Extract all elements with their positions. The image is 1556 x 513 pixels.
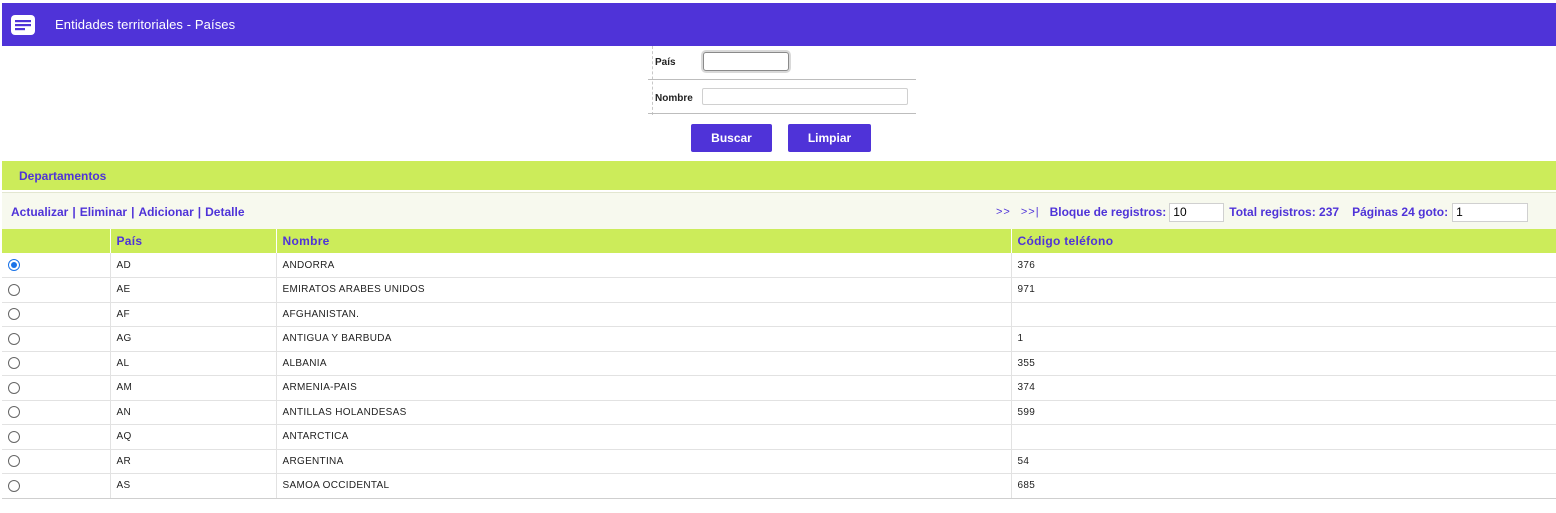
pais-row: País xyxy=(648,46,916,80)
pais-label: País xyxy=(655,57,676,68)
search-form: País Nombre xyxy=(648,46,916,115)
row-select-cell xyxy=(2,302,111,327)
pages-label: Páginas 24 goto: xyxy=(1352,205,1449,219)
table-row[interactable]: AS SAMOA OCCIDENTAL 685 xyxy=(2,473,1556,499)
table-body: AD ANDORRA 376 AE EMIRATOS ARABES UNIDOS 971 A… xyxy=(2,253,1556,499)
row-select-radio[interactable] xyxy=(8,479,20,492)
codigo-cell: 374 xyxy=(1011,375,1556,401)
codigo-cell: 971 xyxy=(1011,277,1556,303)
nombre-cell: ARGENTINA xyxy=(276,449,1012,474)
row-select-cell xyxy=(2,326,111,352)
row-select-cell xyxy=(2,473,111,499)
nombre-input[interactable] xyxy=(702,88,908,105)
list-card-icon[interactable] xyxy=(10,14,36,36)
pais-cell: AF xyxy=(110,302,277,327)
codigo-cell: 1 xyxy=(1011,326,1556,352)
action-separator: | xyxy=(72,205,76,219)
row-select-cell xyxy=(2,424,111,450)
buscar-button[interactable]: Buscar xyxy=(691,124,772,152)
table-row[interactable]: AN ANTILLAS HOLANDESAS 599 xyxy=(2,400,1556,425)
pais-cell: AQ xyxy=(110,424,277,450)
row-select-radio[interactable] xyxy=(8,259,20,271)
row-select-radio[interactable] xyxy=(8,308,20,321)
table-row[interactable]: AM ARMENIA-PAIS 374 xyxy=(2,375,1556,401)
page-title: Entidades territoriales - Países xyxy=(55,17,236,32)
codigo-cell xyxy=(1011,424,1556,450)
pager: >> >>| Bloque de registros: Total regist… xyxy=(996,202,1529,222)
row-select-cell xyxy=(2,253,111,278)
adicionar-link[interactable]: Adicionar xyxy=(138,205,193,219)
section-title: Departamentos xyxy=(2,161,1556,190)
nombre-cell: AFGHANISTAN. xyxy=(276,302,1012,327)
column-header-nombre[interactable]: Nombre xyxy=(276,229,1012,253)
table-header-row: País Nombre Código teléfono xyxy=(2,229,1556,253)
table-row[interactable]: AF AFGHANISTAN. xyxy=(2,302,1556,327)
actualizar-link[interactable]: Actualizar xyxy=(11,205,68,219)
table-row[interactable]: AR ARGENTINA 54 xyxy=(2,449,1556,474)
total-records: Total registros: 237 xyxy=(1229,205,1340,219)
nombre-row: Nombre xyxy=(648,80,916,114)
row-select-radio[interactable] xyxy=(8,455,20,468)
data-table: País Nombre Código teléfono AD ANDORRA 376… xyxy=(2,229,1556,499)
toolbar: Actualizar | Eliminar | Adicionar | Detalle >>… xyxy=(2,192,1556,229)
nombre-label: Nombre xyxy=(655,93,693,104)
codigo-cell: 376 xyxy=(1011,253,1556,278)
row-select-radio[interactable] xyxy=(8,283,20,296)
pais-cell: AE xyxy=(110,277,277,303)
row-select-radio[interactable] xyxy=(8,357,20,370)
pais-cell: AG xyxy=(110,326,277,352)
codigo-cell: 599 xyxy=(1011,400,1556,425)
goto-page-input[interactable] xyxy=(1452,202,1529,222)
row-select-cell xyxy=(2,449,111,474)
codigo-cell: 355 xyxy=(1011,351,1556,376)
column-header-pais[interactable]: País xyxy=(110,229,277,253)
nombre-cell: EMIRATOS ARABES UNIDOS xyxy=(276,277,1012,303)
pais-cell: AN xyxy=(110,400,277,425)
detalle-link[interactable]: Detalle xyxy=(205,205,244,219)
nombre-cell: SAMOA OCCIDENTAL xyxy=(276,473,1012,499)
pais-cell: AR xyxy=(110,449,277,474)
table-row[interactable]: AG ANTIGUA Y BARBUDA 1 xyxy=(2,326,1556,352)
nombre-cell: ALBANIA xyxy=(276,351,1012,376)
codigo-cell: 685 xyxy=(1011,473,1556,499)
table-row[interactable]: AE EMIRATOS ARABES UNIDOS 971 xyxy=(2,277,1556,303)
nombre-cell: ANDORRA xyxy=(276,253,1012,278)
table-row[interactable]: AD ANDORRA 376 xyxy=(2,253,1556,278)
app-header: Entidades territoriales - Países xyxy=(2,3,1556,46)
row-select-radio[interactable] xyxy=(8,430,20,443)
nombre-cell: ANTARCTICA xyxy=(276,424,1012,450)
column-header-codigo[interactable]: Código teléfono xyxy=(1011,229,1556,253)
table-row[interactable]: AL ALBANIA 355 xyxy=(2,351,1556,376)
limpiar-button[interactable]: Limpiar xyxy=(788,124,871,152)
pais-cell: AS xyxy=(110,473,277,499)
block-size-input[interactable] xyxy=(1169,202,1225,222)
block-label: Bloque de registros: xyxy=(1049,205,1167,219)
nombre-cell: ANTIGUA Y BARBUDA xyxy=(276,326,1012,352)
row-select-cell xyxy=(2,400,111,425)
pais-cell: AM xyxy=(110,375,277,401)
table-row[interactable]: AQ ANTARCTICA xyxy=(2,424,1556,450)
pais-cell: AL xyxy=(110,351,277,376)
action-separator: | xyxy=(197,205,202,219)
row-select-cell xyxy=(2,277,111,303)
nombre-cell: ARMENIA-PAIS xyxy=(276,375,1012,401)
row-select-radio[interactable] xyxy=(8,406,20,419)
row-select-radio[interactable] xyxy=(8,381,20,394)
action-separator: | xyxy=(131,205,135,219)
codigo-cell: 54 xyxy=(1011,449,1556,474)
pais-input[interactable] xyxy=(703,52,789,71)
row-select-cell xyxy=(2,375,111,401)
last-page-link[interactable]: >>| xyxy=(1021,206,1040,218)
action-links: Actualizar | Eliminar | Adicionar | Detalle xyxy=(11,205,245,219)
next-page-link[interactable]: >> xyxy=(996,206,1011,218)
eliminar-link[interactable]: Eliminar xyxy=(80,205,127,219)
row-select-radio[interactable] xyxy=(8,332,20,345)
pais-cell: AD xyxy=(110,253,277,278)
codigo-cell xyxy=(1011,302,1556,327)
nombre-cell: ANTILLAS HOLANDESAS xyxy=(276,400,1012,425)
row-select-cell xyxy=(2,351,111,376)
column-header-select xyxy=(2,229,111,253)
